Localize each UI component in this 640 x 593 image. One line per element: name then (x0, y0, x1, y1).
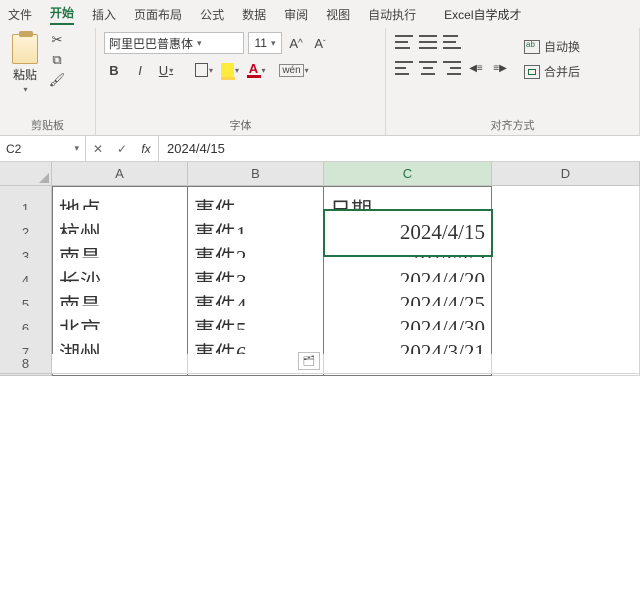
fill-icon (221, 63, 234, 77)
menu-data[interactable]: 数据 (242, 6, 266, 23)
align-center-button[interactable] (418, 58, 438, 78)
cell-C8[interactable] (324, 354, 492, 374)
chevron-down-icon[interactable]: ▾ (23, 85, 27, 94)
brand-label: Excel自学成才 (444, 6, 521, 23)
font-color-icon: A (247, 63, 261, 78)
formula-bar: C2 ▾ ✕ ✓ fx 2024/4/15 (0, 136, 640, 162)
menu-insert[interactable]: 插入 (92, 6, 116, 23)
group-font-label: 字体 (104, 117, 377, 133)
col-header-C[interactable]: C (324, 162, 492, 186)
menu-home[interactable]: 开始 (50, 4, 74, 25)
ribbon: 粘贴 ▾ ✂ ⧉ 🖌 剪贴板 阿里巴巴普惠体 ▾ 11 ▾ A (0, 28, 640, 136)
align-top-button[interactable] (394, 32, 414, 52)
menu-view[interactable]: 视图 (326, 6, 350, 23)
group-alignment-label: 对齐方式 (394, 117, 631, 133)
paste-icon (12, 34, 38, 64)
chevron-down-icon[interactable]: ▾ (197, 38, 202, 49)
decrease-font-icon[interactable]: Aˇ (310, 33, 330, 53)
wrap-text-button[interactable]: 自动换 (524, 38, 580, 55)
name-box-value: C2 (6, 142, 21, 156)
chevron-down-icon[interactable]: ▾ (74, 143, 79, 154)
cell-D8[interactable] (492, 354, 640, 374)
group-font: 阿里巴巴普惠体 ▾ 11 ▾ A^ Aˇ B I U▾ ▾ ▾ A▾ wén▾ (96, 28, 386, 135)
font-color-button[interactable]: A▾ (246, 60, 266, 80)
paste-options-icon[interactable]: 🗂 (298, 352, 320, 370)
font-name-value: 阿里巴巴普惠体 (109, 35, 193, 52)
underline-button[interactable]: U▾ (156, 60, 176, 80)
menu-automate[interactable]: 自动执行 (368, 6, 416, 23)
font-size-value: 11 (255, 36, 267, 50)
confirm-formula-icon[interactable]: ✓ (110, 142, 134, 156)
decrease-indent-button[interactable]: ◀≡ (466, 58, 486, 78)
increase-font-icon[interactable]: A^ (286, 33, 306, 53)
paste-button[interactable]: 粘贴 ▾ (8, 32, 42, 96)
borders-button[interactable]: ▾ (194, 60, 214, 80)
increase-indent-button[interactable]: ≡▶ (490, 58, 510, 78)
paste-label: 粘贴 (13, 66, 37, 83)
menu-bar: 文件 开始 插入 页面布局 公式 数据 审阅 视图 自动执行 Excel自学成才 (0, 0, 640, 28)
copy-icon[interactable]: ⧉ (48, 52, 66, 68)
select-all-corner[interactable] (0, 162, 52, 186)
col-header-B[interactable]: B (188, 162, 324, 186)
fx-icon[interactable]: fx (134, 142, 158, 156)
cell-A8[interactable] (52, 354, 188, 374)
menu-formulas[interactable]: 公式 (200, 6, 224, 23)
group-clipboard: 粘贴 ▾ ✂ ⧉ 🖌 剪贴板 (0, 28, 96, 135)
cell-C2[interactable]: 2024/4/15 (324, 210, 492, 256)
menu-pagelayout[interactable]: 页面布局 (134, 6, 182, 23)
font-size-combo[interactable]: 11 ▾ (248, 32, 282, 54)
font-name-combo[interactable]: 阿里巴巴普惠体 ▾ (104, 32, 244, 54)
group-clipboard-label: 剪贴板 (8, 117, 87, 133)
cut-icon[interactable]: ✂ (48, 32, 66, 48)
row-header-8[interactable]: 8 (0, 354, 52, 374)
group-alignment: ◀≡ ≡▶ 自动换 合并后 对齐方式 (386, 28, 640, 135)
cell-B8[interactable]: 🗂 (188, 354, 324, 374)
wrap-icon (524, 40, 540, 54)
fill-color-button[interactable]: ▾ (220, 60, 240, 80)
menu-file[interactable]: 文件 (8, 6, 32, 23)
menu-review[interactable]: 审阅 (284, 6, 308, 23)
col-header-A[interactable]: A (52, 162, 188, 186)
align-bottom-button[interactable] (442, 32, 462, 52)
align-left-button[interactable] (394, 58, 414, 78)
phonetic-button[interactable]: wén▾ (284, 60, 304, 80)
spreadsheet-grid[interactable]: A B C D 1 地点 事件 日期 2 杭州 事件1 2024/4/15 3 … (0, 162, 640, 378)
bold-button[interactable]: B (104, 60, 124, 80)
italic-button[interactable]: I (130, 60, 150, 80)
merge-center-button[interactable]: 合并后 (524, 63, 580, 80)
align-right-button[interactable] (442, 58, 462, 78)
border-icon (195, 63, 208, 77)
cancel-formula-icon[interactable]: ✕ (86, 142, 110, 156)
phonetic-icon: wén (279, 64, 303, 77)
format-painter-icon[interactable]: 🖌 (48, 72, 66, 88)
align-middle-button[interactable] (418, 32, 438, 52)
chevron-down-icon[interactable]: ▾ (271, 38, 276, 49)
formula-input[interactable]: 2024/4/15 (159, 141, 640, 156)
col-header-D[interactable]: D (492, 162, 640, 186)
name-box[interactable]: C2 ▾ (0, 136, 86, 161)
merge-icon (524, 65, 540, 79)
